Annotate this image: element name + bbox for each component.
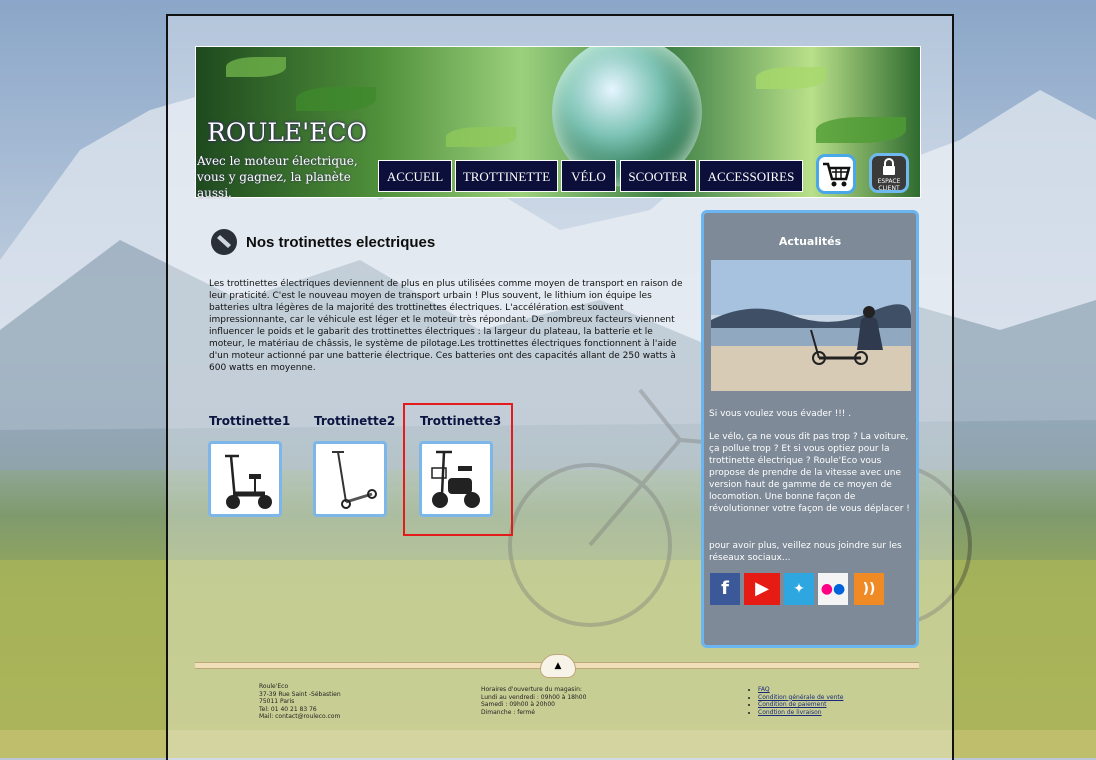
footer-hours-line: Lundi au vendredi : 09h00 à 18h00 <box>481 693 587 701</box>
footer-address-line: Roule'Eco <box>259 683 289 690</box>
intro-paragraph: Les trottinettes électriques deviennent … <box>209 279 683 373</box>
twitter-icon[interactable]: ✦ <box>784 573 814 605</box>
product-label-2[interactable]: Trottinette2 <box>314 414 395 428</box>
nav-accueil[interactable]: ACCUEIL <box>378 160 452 192</box>
product-label-1[interactable]: Trottinette1 <box>209 414 290 428</box>
footer-link-faq[interactable]: FAQ <box>758 686 770 693</box>
footer-phone: Tel: 01 40 21 83 76 <box>259 705 317 713</box>
selection-highlight <box>403 403 513 536</box>
youtube-icon[interactable]: ▶ <box>744 573 780 605</box>
nav-accessoires[interactable]: ACCESSOIRES <box>699 160 803 192</box>
nav-velo[interactable]: VÉLO <box>561 160 616 192</box>
sidebar-text-1: Si vous voulez vous évader !!! . <box>709 409 852 419</box>
brand-logo: ROULE'ECO <box>207 118 367 147</box>
shopping-cart-icon[interactable] <box>816 154 856 194</box>
nav-scooter[interactable]: SCOOTER <box>620 160 696 192</box>
scroll-top-button[interactable]: ▲ <box>540 654 576 678</box>
footer-link-cgv[interactable]: Condition générale de vente <box>758 694 843 701</box>
nav-trottinette[interactable]: TROTTINETTE <box>455 160 558 192</box>
espace-label-2: CLIENT <box>878 185 900 192</box>
news-photo <box>711 260 911 391</box>
sidebar-text-3: pour avoir plus, veillez nous joindre su… <box>709 541 902 563</box>
product-image-1[interactable] <box>208 441 282 517</box>
footer-address: Roule'Eco 37-39 Rue Saint -Sébastien 750… <box>259 683 341 721</box>
footer-hours-line: Dimanche : fermé <box>481 708 535 716</box>
footer-link-paiement[interactable]: Condition de paiement <box>758 701 826 708</box>
lock-icon <box>883 158 895 175</box>
page-title: Nos trotinettes electriques <box>246 234 436 251</box>
slogan: Avec le moteur électrique, vous y gagnez… <box>197 154 358 200</box>
sidebar-title: Actualités <box>778 235 842 248</box>
facebook-icon[interactable]: f <box>710 573 740 605</box>
footer-address-line: 75011 Paris <box>259 698 295 705</box>
flickr-icon[interactable]: ●● <box>818 573 848 605</box>
espace-client-button[interactable]: ESPACE CLIENT <box>869 153 909 193</box>
footer-hours-line: Samedi : 09h00 à 20h00 <box>481 701 555 708</box>
footer-link-livraison[interactable]: Condtion de livraison <box>758 709 822 716</box>
footer-links: FAQ Condition générale de vente Conditio… <box>750 686 843 716</box>
rss-icon[interactable]: )) <box>854 573 884 605</box>
footer-hours-line: Horaires d'ouverture du magasin: <box>481 686 582 693</box>
footer-mail: Mail: contact@rouleco.com <box>259 713 341 720</box>
footer-address-line: 37-39 Rue Saint -Sébastien <box>259 690 341 698</box>
scooter-title-icon <box>210 228 238 256</box>
news-sidebar: Actualités Si vous voulez vous évader !!… <box>701 210 919 648</box>
espace-label-1: ESPACE <box>877 178 901 185</box>
product-image-2[interactable] <box>313 441 387 517</box>
footer-hours: Horaires d'ouverture du magasin: Lundi a… <box>481 686 586 716</box>
sidebar-text-2: Le vélo, ça ne vous dit pas trop ? La vo… <box>709 432 910 514</box>
